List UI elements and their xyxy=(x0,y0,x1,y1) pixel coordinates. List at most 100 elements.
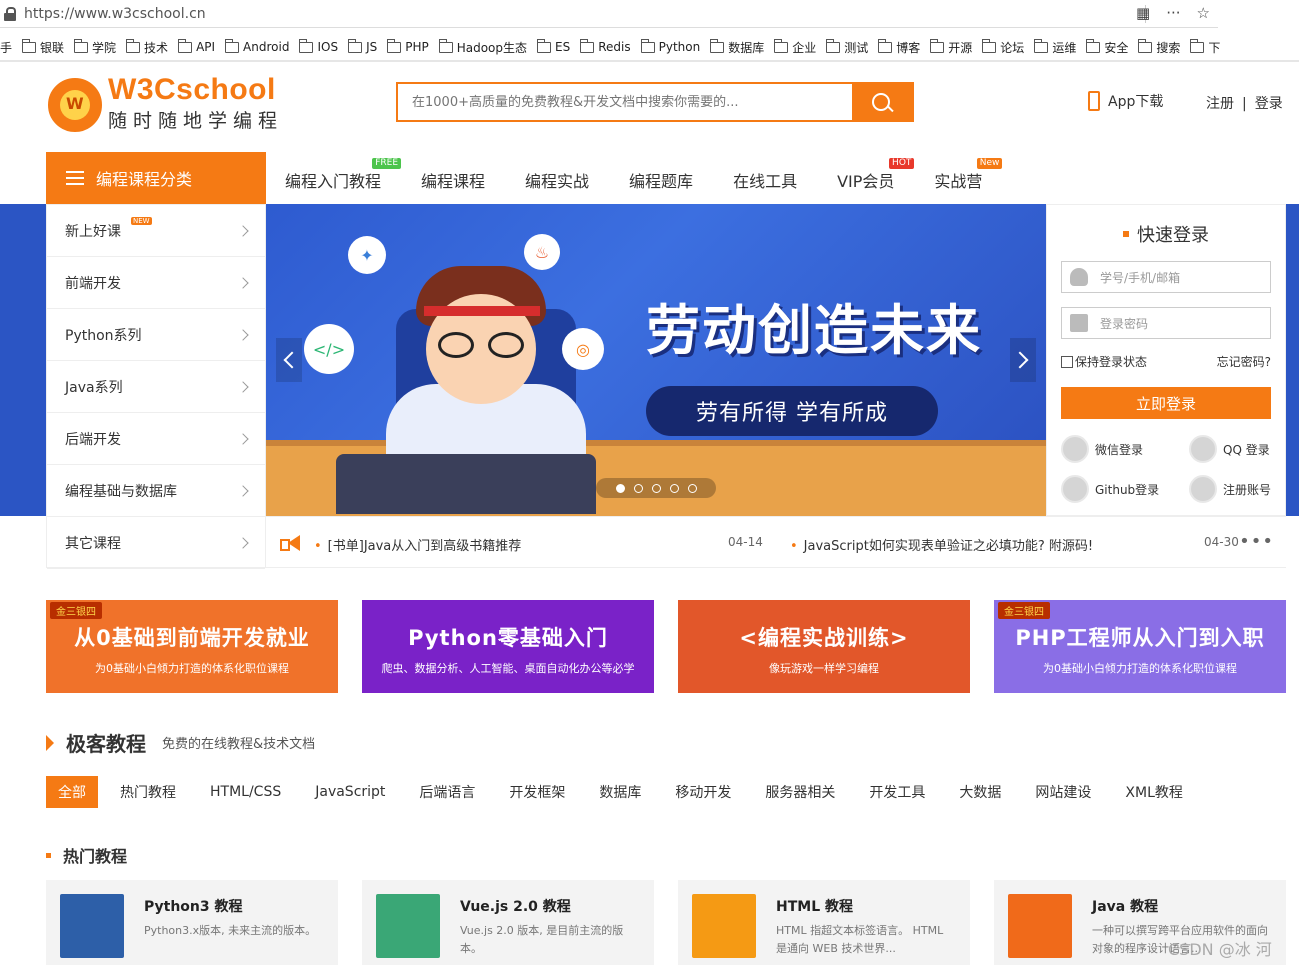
promo-title: 从0基础到前端开发就业 xyxy=(74,626,310,650)
tutorial-card[interactable]: Vue.js 2.0 教程 Vue.js 2.0 版本, 是目前主流的版本。 xyxy=(362,880,654,965)
tutorial-card[interactable]: Python3 教程 Python3.x版本, 未来主流的版本。 xyxy=(46,880,338,965)
bookmark-item[interactable]: 技术 xyxy=(126,38,168,56)
bookmark-item[interactable]: IOS xyxy=(299,38,338,54)
signup-link[interactable]: 注册账号 xyxy=(1189,475,1271,503)
tutorial-card[interactable]: HTML 教程 HTML 指超文本标签语言。 HTML 是通向 WEB 技术世界.… xyxy=(678,880,970,965)
bookmark-item[interactable]: JS xyxy=(348,38,377,54)
nav-item[interactable]: 编程入门教程 FREE xyxy=(285,158,402,192)
github-login[interactable]: Github登录 xyxy=(1061,475,1159,503)
promo-banner[interactable]: Python零基础入门 爬虫、数据分析、人工智能、桌面自动化办公等必学 xyxy=(362,600,654,693)
browser-url-bar[interactable]: https://www.w3cschool.cn ▦ ··· ☆ xyxy=(0,0,1218,28)
tutorial-tab[interactable]: JavaScript xyxy=(315,784,385,800)
tutorial-tab[interactable]: HTML/CSS xyxy=(210,784,281,800)
carousel-dot[interactable] xyxy=(669,483,679,493)
tutorial-tab[interactable]: 热门教程 xyxy=(120,782,176,802)
bookmark-item[interactable]: 下 xyxy=(1190,38,1220,56)
bookmark-item[interactable]: 安全 xyxy=(1086,38,1128,56)
folder-icon xyxy=(930,38,945,53)
tutorial-tab[interactable]: 开发工具 xyxy=(869,782,925,802)
bookmark-item[interactable]: Redis xyxy=(580,38,631,54)
carousel-dot[interactable] xyxy=(651,483,661,493)
search-button[interactable] xyxy=(852,84,912,120)
carousel-dot[interactable] xyxy=(633,483,643,493)
login-link[interactable]: 登录 xyxy=(1255,96,1283,112)
tutorial-tab[interactable]: XML教程 xyxy=(1125,782,1182,802)
notice-text: [书单]Java从入门到高级书籍推荐 xyxy=(327,539,522,554)
bookmark-item[interactable]: 运维 xyxy=(1034,38,1076,56)
bookmark-item[interactable]: Python xyxy=(640,38,700,54)
qq-login[interactable]: QQ 登录 xyxy=(1189,435,1270,463)
nav-item[interactable]: 编程实战 xyxy=(525,168,589,192)
tutorial-tab[interactable]: 服务器相关 xyxy=(765,782,835,802)
tutorial-tab[interactable]: 数据库 xyxy=(599,782,641,802)
bookmark-item[interactable]: PHP xyxy=(387,38,429,54)
app-download-link[interactable]: App下载 xyxy=(1088,91,1163,111)
tutorial-tab[interactable]: 网站建设 xyxy=(1035,782,1091,802)
sidebar-item[interactable]: 前端开发 xyxy=(47,257,265,309)
banner-next-button[interactable] xyxy=(1010,338,1036,382)
carousel-dot[interactable] xyxy=(687,483,697,493)
tutorial-tab[interactable]: 开发框架 xyxy=(509,782,565,802)
sidebar-item[interactable]: 新上好课 NEW xyxy=(47,205,265,257)
nav-item[interactable]: 实战营 New xyxy=(934,158,1003,192)
bookmark-item[interactable]: 论坛 xyxy=(982,38,1024,56)
promo-banner[interactable]: <编程实战训练> 像玩游戏一样学习编程 xyxy=(678,600,970,693)
category-menu-button[interactable]: 编程课程分类 xyxy=(46,152,266,204)
more-icon[interactable]: ··· xyxy=(1166,4,1180,22)
bookmark-item[interactable]: Android xyxy=(225,38,289,54)
bookmark-item[interactable]: 博客 xyxy=(878,38,920,56)
register-link[interactable]: 注册 xyxy=(1206,96,1234,112)
bookmark-item[interactable]: Hadoop生态 xyxy=(438,38,527,56)
nav-item[interactable]: 编程题库 xyxy=(629,168,693,192)
remember-checkbox[interactable]: 保持登录状态 xyxy=(1061,353,1147,370)
banner-prev-button[interactable] xyxy=(276,338,302,382)
promo-banner[interactable]: 金三银四 PHP工程师从入门到入职 为0基础小白倾力打造的体系化职位课程 xyxy=(994,600,1286,693)
nav-item[interactable]: 编程课程 xyxy=(421,168,485,192)
bookmark-item[interactable]: 企业 xyxy=(774,38,816,56)
carousel-dot[interactable] xyxy=(615,483,625,493)
bookmark-item[interactable]: 手 xyxy=(0,39,12,56)
bookmark-label: API xyxy=(196,40,216,54)
tutorial-tab[interactable]: 移动开发 xyxy=(675,782,731,802)
bookmark-item[interactable]: API xyxy=(178,38,216,54)
nav-item[interactable]: VIP会员 HOT xyxy=(837,158,915,192)
sidebar-item[interactable]: Java系列 xyxy=(47,361,265,413)
qr-code-icon[interactable]: ▦ xyxy=(1136,4,1150,22)
bookmark-item[interactable]: 学院 xyxy=(74,38,116,56)
bookmark-item[interactable]: 开源 xyxy=(930,38,972,56)
hero-banner[interactable]: ✦ ♨ </> ◎ 劳动创造未来 劳有所得 学有所成 xyxy=(266,204,1046,516)
url-text[interactable]: https://www.w3cschool.cn xyxy=(24,6,206,22)
tutorial-tab[interactable]: 大数据 xyxy=(959,782,1001,802)
sidebar-item[interactable]: 编程基础与数据库 xyxy=(47,465,265,517)
site-logo[interactable]: W3Cschool 随时随地学编程 xyxy=(48,75,283,133)
tutorial-tab[interactable]: 后端语言 xyxy=(419,782,475,802)
tutorial-tab[interactable]: 全部 xyxy=(46,776,98,808)
notice-item[interactable]: • [书单]Java从入门到高级书籍推荐 xyxy=(314,535,521,554)
search-input[interactable] xyxy=(398,84,852,120)
more-icon[interactable]: ••• xyxy=(1239,531,1274,552)
card-description: Vue.js 2.0 版本, 是目前主流的版本。 xyxy=(460,924,624,955)
chevron-right-icon xyxy=(1011,351,1029,369)
bookmark-item[interactable]: 搜索 xyxy=(1138,38,1180,56)
bookmark-item[interactable]: 数据库 xyxy=(710,38,764,56)
sidebar-item[interactable]: Python系列 xyxy=(47,309,265,361)
bookmark-label: ES xyxy=(555,40,571,54)
bookmark-item[interactable]: ES xyxy=(537,38,571,54)
sidebar-item[interactable]: 后端开发 xyxy=(47,413,265,465)
bookmark-star-icon[interactable]: ☆ xyxy=(1197,4,1210,22)
wechat-login[interactable]: 微信登录 xyxy=(1061,435,1143,463)
notice-item[interactable]: • JavaScript如何实现表单验证之必填功能? 附源码! xyxy=(790,535,1093,554)
promo-banner[interactable]: 金三银四 从0基础到前端开发就业 为0基础小白倾力打造的体系化职位课程 xyxy=(46,600,338,693)
password-field[interactable]: 登录密码 xyxy=(1061,307,1271,339)
username-field[interactable]: 学号/手机/邮箱 xyxy=(1061,261,1271,293)
login-submit-button[interactable]: 立即登录 xyxy=(1061,387,1271,419)
bookmark-item[interactable]: 银联 xyxy=(22,38,64,56)
wechat-icon xyxy=(1061,435,1089,463)
bookmark-label: Redis xyxy=(598,40,631,54)
bookmark-item[interactable]: 测试 xyxy=(826,38,868,56)
folder-icon xyxy=(537,38,552,53)
chevron-left-icon xyxy=(283,351,301,369)
nav-item[interactable]: 在线工具 xyxy=(733,168,797,192)
forgot-password-link[interactable]: 忘记密码? xyxy=(1217,353,1271,370)
sidebar-item[interactable]: 其它课程 xyxy=(47,517,265,569)
